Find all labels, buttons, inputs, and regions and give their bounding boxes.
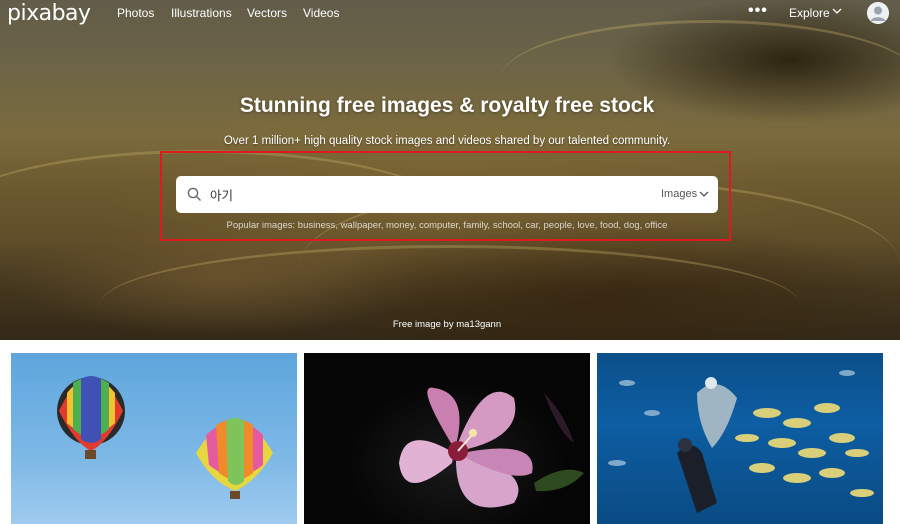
aquarium-image xyxy=(608,370,874,513)
hibiscus-image xyxy=(399,387,584,508)
popular-searches[interactable]: Popular images: business, wallpaper, mon… xyxy=(0,220,894,231)
search-bar: Images xyxy=(176,176,718,213)
nav-vectors[interactable]: Vectors xyxy=(247,6,287,20)
more-menu-icon[interactable]: ••• xyxy=(748,2,768,20)
gallery-image-aquarium[interactable] xyxy=(597,353,883,524)
search-input[interactable] xyxy=(210,182,610,206)
balloons-image xyxy=(57,376,273,499)
media-type-select[interactable]: Images xyxy=(661,188,697,200)
search-icon[interactable] xyxy=(187,187,202,202)
nav-videos[interactable]: Videos xyxy=(303,6,339,20)
pixabay-logo[interactable]: pixabay xyxy=(7,1,91,26)
gallery-image-balloons[interactable] xyxy=(11,353,297,524)
explore-menu[interactable]: Explore xyxy=(789,6,830,20)
user-icon xyxy=(867,2,889,24)
hero-title: Stunning free images & royalty free stoc… xyxy=(239,94,655,117)
gallery-image-flower[interactable] xyxy=(304,353,590,524)
chevron-down-icon[interactable] xyxy=(699,189,709,199)
nav-photos[interactable]: Photos xyxy=(117,6,154,20)
nav-illustrations[interactable]: Illustrations xyxy=(171,6,232,20)
chevron-down-icon[interactable] xyxy=(832,6,842,16)
hero-wave xyxy=(500,20,900,140)
image-credit[interactable]: Free image by ma13gann xyxy=(0,319,894,330)
user-avatar[interactable] xyxy=(867,2,889,24)
top-nav: pixabay Photos Illustrations Vectors Vid… xyxy=(0,0,900,26)
hero-subtitle: Over 1 million+ high quality stock image… xyxy=(223,135,671,147)
